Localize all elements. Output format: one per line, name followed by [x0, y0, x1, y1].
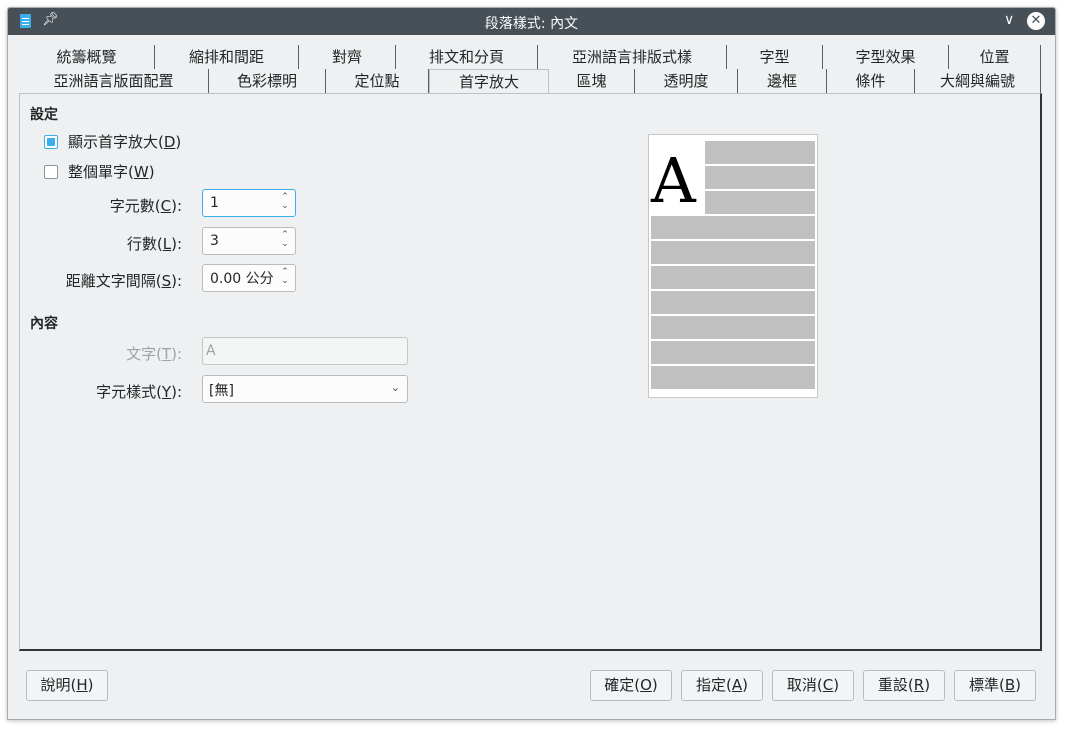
preview-dropcap-letter: A — [651, 144, 696, 217]
dropcap-preview: A — [648, 134, 818, 398]
apply-button[interactable]: 指定(A) — [681, 670, 763, 701]
show-dropcap-check-box[interactable] — [44, 134, 58, 149]
preview-line — [651, 366, 815, 389]
paragraph-style-dialog: 📌︎ 段落樣式: 內文 ∨ ✕ 統籌概覽 縮排和間距 對齊 排文和分頁 亞洲語言… — [7, 7, 1056, 720]
lines-label: 行數(L): — [126, 235, 182, 253]
close-icon[interactable]: ✕ — [1027, 12, 1045, 30]
tab-row-1: 統籌概覽 縮排和間距 對齊 排文和分頁 亞洲語言排版式樣 字型 字型效果 位置 — [19, 45, 1041, 69]
contents-section-title: 內容 — [30, 316, 58, 332]
spacing-input[interactable] — [203, 265, 282, 291]
show-dropcap-label: 顯示首字放大(D) — [68, 133, 182, 151]
whole-word-label: 整個單字(W) — [68, 163, 155, 181]
tab-asian-typography[interactable]: 亞洲語言排版式樣 — [538, 45, 727, 69]
spacing-label: 距離文字間隔(S): — [65, 272, 182, 290]
char-style-label: 字元樣式(Y): — [96, 383, 182, 401]
standard-button[interactable]: 標準(B) — [954, 670, 1036, 701]
tab-outline-numbering[interactable]: 大綱與編號 — [915, 69, 1041, 93]
window-title: 段落樣式: 內文 — [484, 16, 579, 32]
tab-drop-caps[interactable]: 首字放大 — [429, 69, 549, 93]
reset-button[interactable]: 重設(R) — [863, 670, 945, 701]
minimize-chevron-icon[interactable]: ∨ — [1004, 12, 1014, 28]
text-field[interactable] — [202, 337, 408, 365]
tab-row-2: 亞洲語言版面配置 色彩標明 定位點 首字放大 區塊 透明度 邊框 條件 大綱與編… — [19, 69, 1041, 93]
spacing-spinbox[interactable]: ⌃⌄ — [202, 264, 296, 292]
tab-bar: 統籌概覽 縮排和間距 對齊 排文和分頁 亞洲語言排版式樣 字型 字型效果 位置 … — [19, 45, 1041, 93]
char-style-select[interactable]: [無] ⌄ — [202, 375, 408, 403]
text-input[interactable] — [203, 338, 396, 364]
preview-line — [651, 241, 815, 264]
tab-font[interactable]: 字型 — [727, 45, 823, 69]
whole-word-checkbox[interactable]: 整個單字(W) — [44, 161, 155, 182]
tab-highlighting[interactable]: 色彩標明 — [209, 69, 326, 93]
tab-alignment[interactable]: 對齊 — [299, 45, 396, 69]
lines-spinbox[interactable]: ⌃⌄ — [202, 227, 296, 255]
help-button[interactable]: 說明(H) — [26, 670, 108, 701]
preview-line — [651, 291, 815, 314]
tab-position[interactable]: 位置 — [949, 45, 1041, 69]
spacing-stepper-icon[interactable]: ⌃ ⌄ — [279, 268, 291, 288]
tab-font-effects[interactable]: 字型效果 — [823, 45, 949, 69]
tab-asian-layout[interactable]: 亞洲語言版面配置 — [19, 69, 209, 93]
char-style-value: [無] — [209, 383, 234, 399]
whole-word-check-box[interactable] — [44, 164, 58, 179]
tab-borders[interactable]: 邊框 — [738, 69, 827, 93]
tab-tabs[interactable]: 定位點 — [326, 69, 429, 93]
preview-line — [651, 341, 815, 364]
chevron-down-icon: ⌄ — [390, 381, 400, 394]
characters-stepper-icon[interactable]: ⌃ ⌄ — [279, 193, 291, 213]
tab-area[interactable]: 區塊 — [549, 69, 635, 93]
tab-indents-spacing[interactable]: 縮排和間距 — [155, 45, 299, 69]
preview-line — [705, 141, 815, 164]
preview-line — [705, 166, 815, 189]
show-dropcap-checkbox[interactable]: 顯示首字放大(D) — [44, 131, 181, 152]
lines-input[interactable] — [203, 228, 282, 254]
ok-button[interactable]: 確定(O) — [590, 670, 672, 701]
preview-line — [651, 316, 815, 339]
tab-text-flow[interactable]: 排文和分頁 — [396, 45, 538, 69]
cancel-button[interactable]: 取消(C) — [772, 670, 854, 701]
tab-transparency[interactable]: 透明度 — [635, 69, 738, 93]
preview-line — [705, 191, 815, 214]
tab-organizer[interactable]: 統籌概覽 — [19, 45, 155, 69]
characters-label: 字元數(C): — [109, 197, 182, 215]
tab-condition[interactable]: 條件 — [827, 69, 915, 93]
title-bar: 📌︎ 段落樣式: 內文 ∨ ✕ — [8, 8, 1055, 35]
characters-spinbox[interactable]: ⌃⌄ — [202, 189, 296, 217]
text-label: 文字(T): — [126, 345, 182, 363]
preview-line — [651, 266, 815, 289]
settings-section-title: 設定 — [30, 107, 58, 123]
characters-input[interactable] — [203, 190, 282, 216]
drop-caps-panel: 設定 顯示首字放大(D) 整個單字(W) 字元數(C): ⌃⌄ 行數(L): ⌃… — [19, 93, 1042, 651]
lines-stepper-icon[interactable]: ⌃ ⌄ — [279, 231, 291, 251]
